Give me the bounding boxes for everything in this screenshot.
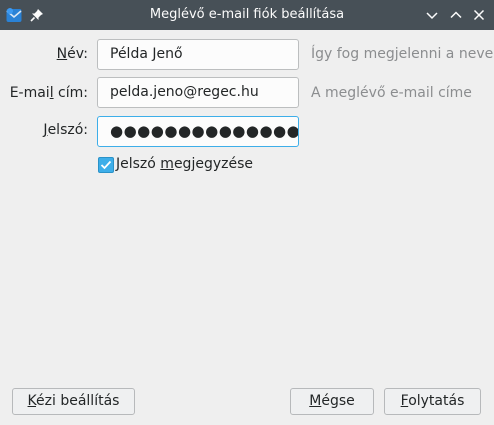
close-icon[interactable] xyxy=(471,7,487,23)
window-title: Meglévő e-mail fiók beállítása xyxy=(149,7,345,22)
minimize-icon[interactable] xyxy=(424,7,440,23)
continue-button[interactable]: Folytatás xyxy=(384,388,481,415)
dialog-body: Név: Példa Jenő Így fog megjelenni a nev… xyxy=(0,30,494,425)
password-input[interactable]: ●●●●●●●●●●●●●●● xyxy=(97,116,299,147)
email-hint: A meglévő e-mail címe xyxy=(311,85,472,101)
account-setup-dialog: Meglévő e-mail fiók beállítása Név: Péld… xyxy=(0,0,494,425)
name-label: Név: xyxy=(56,46,88,62)
remember-password-label[interactable]: Jelszó megjegyzése xyxy=(116,156,253,172)
password-label: Jelszó: xyxy=(43,122,88,138)
title-bar[interactable]: Meglévő e-mail fiók beállítása xyxy=(0,0,494,30)
cancel-button[interactable]: Mégse xyxy=(290,388,374,415)
remember-password-checkbox[interactable] xyxy=(98,157,114,173)
name-hint: Így fog megjelenni a neve xyxy=(311,46,494,62)
email-input[interactable]: pelda.jeno@regec.hu xyxy=(97,77,299,108)
maximize-icon[interactable] xyxy=(448,7,464,23)
name-input[interactable]: Példa Jenő xyxy=(97,39,299,70)
manual-setup-button[interactable]: Kézi beállítás xyxy=(12,388,135,415)
checkmark-icon xyxy=(100,160,112,170)
email-label: E-mail cím: xyxy=(9,85,88,101)
